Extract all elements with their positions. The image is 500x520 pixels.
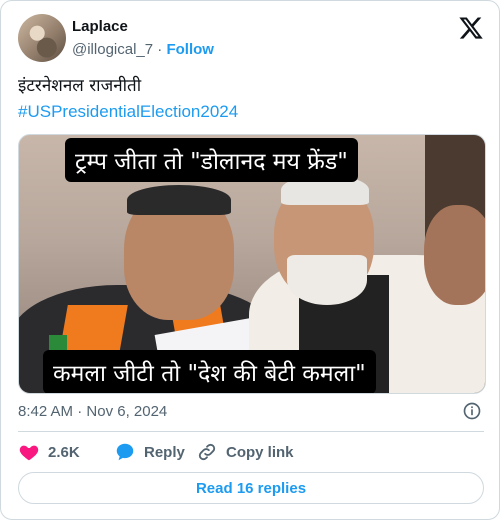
copy-link-label: Copy link bbox=[226, 443, 294, 461]
tweet-time: 8:42 AM bbox=[18, 403, 74, 420]
hashtag-link[interactable]: #USPresidentialElection2024 bbox=[18, 99, 238, 124]
read-replies-button[interactable]: Read 16 replies bbox=[18, 472, 484, 504]
reply-button[interactable]: Reply bbox=[114, 441, 196, 463]
handle-separator: · bbox=[157, 41, 163, 58]
image-caption-bottom: कमला जीटी तो "देश की बेटी कमला" bbox=[43, 350, 376, 393]
tweet-date: Nov 6, 2024 bbox=[86, 403, 168, 420]
image-caption-top: ट्रम्प जीता तो "डोलानद मय फ्रेंड" bbox=[65, 138, 358, 182]
copy-link-button[interactable]: Copy link bbox=[196, 441, 294, 463]
tweet-body: इंटरनेशनल राजनीती bbox=[18, 76, 142, 96]
author-handle[interactable]: @illogical_7 bbox=[72, 41, 153, 58]
image-person-left-hair bbox=[127, 185, 231, 215]
tweet-embed-card: Laplace @illogical_7 · Follow इंटरनेशनल … bbox=[0, 0, 500, 520]
tweet-timestamp[interactable]: 8:42 AM · Nov 6, 2024 bbox=[18, 403, 167, 420]
like-button[interactable]: 2.6K bbox=[18, 441, 114, 463]
divider bbox=[18, 431, 484, 432]
image-person-right-beard bbox=[287, 255, 367, 305]
info-icon[interactable] bbox=[462, 401, 482, 421]
x-logo-icon[interactable] bbox=[458, 15, 484, 41]
heart-icon bbox=[19, 445, 39, 461]
like-count: 2.6K bbox=[48, 443, 80, 461]
reply-label: Reply bbox=[144, 443, 185, 461]
tweet-media-image[interactable]: ट्रम्प जीता तो "डोलानद मय फ्रेंड" कमला ज… bbox=[18, 134, 486, 394]
author-name[interactable]: Laplace bbox=[72, 18, 128, 35]
reply-bubble-icon bbox=[116, 443, 134, 461]
tweet-text: इंटरनेशनल राजनीती #USPresidentialElectio… bbox=[18, 74, 238, 124]
avatar[interactable] bbox=[18, 14, 66, 62]
timestamp-separator: · bbox=[77, 403, 83, 420]
author-handle-row: @illogical_7 · Follow bbox=[72, 41, 214, 58]
action-bar: 2.6K Reply Copy link bbox=[18, 441, 294, 463]
image-person-background bbox=[424, 205, 485, 305]
follow-button[interactable]: Follow bbox=[166, 41, 214, 58]
link-icon bbox=[198, 443, 216, 461]
